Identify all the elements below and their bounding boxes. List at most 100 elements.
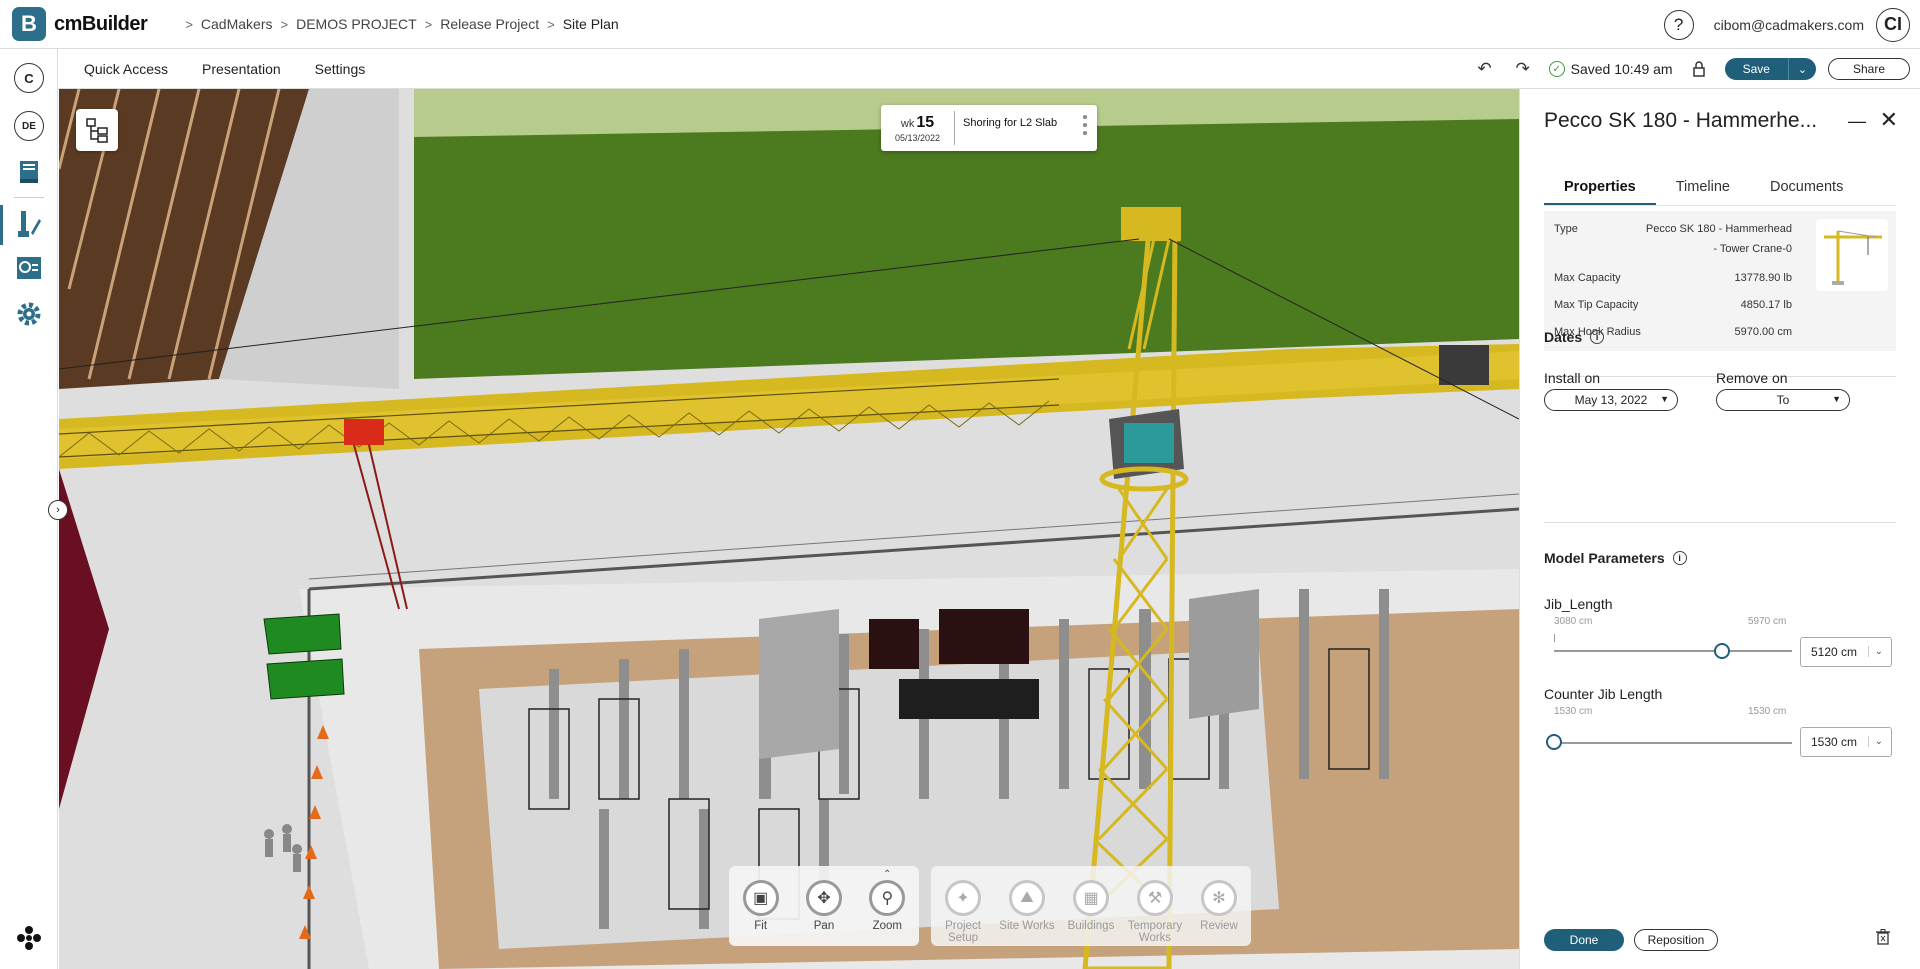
avatar[interactable]: CI bbox=[1876, 7, 1910, 42]
design-tools-icon[interactable] bbox=[14, 209, 44, 239]
remove-label: Remove on bbox=[1716, 370, 1788, 386]
user-email: cibom@cadmakers.com bbox=[1713, 16, 1864, 33]
redo-icon[interactable]: ↷ bbox=[1511, 57, 1535, 81]
breadcrumb-current: > Site Plan bbox=[547, 16, 619, 32]
install-date-select[interactable]: May 13, 2022 ▼ bbox=[1544, 389, 1678, 411]
check-circle-icon: ✓ bbox=[1548, 61, 1565, 77]
remove-date-select[interactable]: To ▼ bbox=[1716, 389, 1850, 411]
prop-label: Max Capacity bbox=[1554, 272, 1621, 284]
info-icon[interactable]: i bbox=[1590, 330, 1605, 344]
param-name: Jib_Length bbox=[1544, 596, 1613, 612]
review-tool[interactable]: ✻ Review bbox=[1189, 880, 1249, 946]
chevron-up-icon[interactable]: ⌃ bbox=[883, 869, 891, 880]
tab-timeline[interactable]: Timeline bbox=[1656, 173, 1750, 205]
chevron-right-icon: > bbox=[547, 16, 555, 32]
user-switch-button[interactable]: DE bbox=[14, 111, 44, 141]
caret-down-icon: ▼ bbox=[1832, 394, 1841, 404]
rail-divider bbox=[14, 197, 44, 198]
chevron-right-icon: › bbox=[56, 504, 60, 516]
temporary-works-icon: ⚒ bbox=[1137, 880, 1173, 916]
more-vertical-icon[interactable] bbox=[1083, 115, 1087, 139]
fit-icon: ▣ bbox=[742, 880, 779, 916]
menu-presentation[interactable]: Presentation bbox=[202, 61, 281, 77]
breadcrumb-item[interactable]: > CadMakers bbox=[177, 16, 272, 32]
save-options-button[interactable]: ⌄ bbox=[1787, 58, 1816, 80]
range-max: 1530 cm bbox=[1748, 706, 1787, 717]
tab-properties[interactable]: Properties bbox=[1544, 173, 1656, 205]
dates-section-title: Dates i bbox=[1544, 329, 1605, 345]
slider-handle[interactable] bbox=[1546, 734, 1562, 750]
counter-jib-length-input[interactable]: 1530 cm ⌄ bbox=[1800, 727, 1892, 757]
done-button[interactable]: Done bbox=[1544, 929, 1624, 951]
prop-value: 13778.90 lb bbox=[1734, 272, 1793, 284]
help-button[interactable]: ? bbox=[1663, 9, 1694, 40]
breadcrumb-item[interactable]: > Release Project bbox=[417, 16, 539, 32]
tab-documents[interactable]: Documents bbox=[1750, 173, 1863, 205]
reposition-button[interactable]: Reposition bbox=[1634, 929, 1718, 951]
info-icon[interactable]: i bbox=[1672, 551, 1687, 565]
schedule-icon[interactable] bbox=[14, 253, 44, 283]
breadcrumb: > CadMakers > DEMOS PROJECT > Release Proje… bbox=[177, 16, 618, 32]
apps-grid-icon[interactable] bbox=[14, 923, 44, 953]
expand-rail-button[interactable]: › bbox=[48, 500, 68, 520]
fit-tool[interactable]: ▣ Fit bbox=[731, 880, 791, 946]
menu-quick-access[interactable]: Quick Access bbox=[84, 61, 168, 77]
schedule-week-card[interactable]: wk 15 05/13/2022 Shoring for L2 Slab bbox=[881, 105, 1097, 151]
logo-badge-icon: B bbox=[12, 7, 46, 41]
tower-crane-icon bbox=[1824, 230, 1882, 285]
site-works-tool[interactable]: ⛰ Site Works bbox=[997, 880, 1057, 946]
pan-icon: ✥ bbox=[805, 880, 842, 916]
chevron-right-icon: > bbox=[185, 16, 193, 32]
buildings-tool[interactable]: ▦ Buildings bbox=[1061, 880, 1121, 946]
prop-value: - Tower Crane-0 bbox=[1713, 243, 1792, 255]
temporary-works-tool[interactable]: ⚒ Temporary Works bbox=[1125, 880, 1185, 946]
book-icon[interactable] bbox=[14, 157, 44, 187]
gear-icon[interactable] bbox=[14, 299, 44, 329]
param-name: Counter Jib Length bbox=[1544, 686, 1663, 702]
range-max: 5970 cm bbox=[1748, 616, 1787, 627]
close-icon[interactable]: ✕ bbox=[1880, 107, 1898, 133]
company-button[interactable]: C bbox=[14, 63, 44, 93]
rail-active-indicator bbox=[0, 205, 3, 245]
panel-tabs: Properties Timeline Documents bbox=[1544, 173, 1896, 206]
mode-tools-panel: ✦ Project Setup ⛰ Site Works ▦ Buildings… bbox=[931, 866, 1251, 946]
breadcrumb-item[interactable]: > DEMOS PROJECT bbox=[273, 16, 417, 32]
save-button[interactable]: Save bbox=[1724, 58, 1788, 80]
range-min: 1530 cm bbox=[1554, 706, 1593, 717]
properties-panel: Pecco SK 180 - Hammerhe... — ✕ Propertie… bbox=[1519, 89, 1920, 969]
app-logo[interactable]: B cmBuilder bbox=[12, 7, 148, 41]
crane-thumbnail bbox=[1816, 219, 1888, 291]
save-status: ✓ Saved 10:49 am bbox=[1548, 61, 1673, 77]
jib-length-input[interactable]: 5120 cm ⌄ bbox=[1800, 637, 1892, 667]
prop-label: Type bbox=[1554, 223, 1578, 235]
chevron-right-icon: > bbox=[280, 16, 289, 32]
top-bar: B cmBuilder > CadMakers > DEMOS PROJECT > R… bbox=[0, 0, 1920, 49]
share-button[interactable]: Share bbox=[1827, 58, 1910, 80]
prop-value: 4850.17 lb bbox=[1740, 299, 1792, 311]
main-toolbar: Quick Access Presentation Settings ↶ ↷ ✓… bbox=[58, 49, 1920, 89]
caret-down-icon: ▼ bbox=[1660, 394, 1669, 404]
pan-tool[interactable]: ✥ Pan bbox=[794, 880, 854, 946]
model-parameters-title: Model Parameters i bbox=[1544, 550, 1687, 566]
zoom-tool[interactable]: ⚲ Zoom bbox=[857, 880, 917, 946]
slider-handle[interactable] bbox=[1714, 643, 1731, 659]
3d-viewport[interactable]: wk 15 05/13/2022 Shoring for L2 Slab ▣ Fi… bbox=[59, 89, 1519, 969]
range-min: 3080 cm bbox=[1554, 616, 1593, 627]
undo-icon[interactable]: ↶ bbox=[1473, 57, 1497, 81]
prop-value: 5970.00 cm bbox=[1734, 326, 1792, 338]
project-setup-tool[interactable]: ✦ Project Setup bbox=[933, 880, 993, 946]
review-icon: ✻ bbox=[1201, 880, 1237, 916]
hierarchy-icon bbox=[86, 118, 108, 143]
current-task: Shoring for L2 Slab bbox=[963, 117, 1058, 129]
menu-settings[interactable]: Settings bbox=[315, 61, 366, 77]
divider bbox=[1544, 522, 1896, 523]
site-scene bbox=[59, 89, 1519, 969]
minimize-icon[interactable]: — bbox=[1848, 111, 1866, 132]
chevron-down-icon: ⌄ bbox=[1797, 63, 1808, 76]
site-works-icon: ⛰ bbox=[1009, 880, 1045, 916]
chevron-down-icon: ⌄ bbox=[1867, 646, 1883, 657]
project-setup-icon: ✦ bbox=[945, 880, 981, 916]
model-tree-button[interactable] bbox=[76, 109, 118, 151]
trash-icon[interactable] bbox=[1876, 929, 1890, 949]
lock-icon[interactable] bbox=[1687, 57, 1711, 81]
